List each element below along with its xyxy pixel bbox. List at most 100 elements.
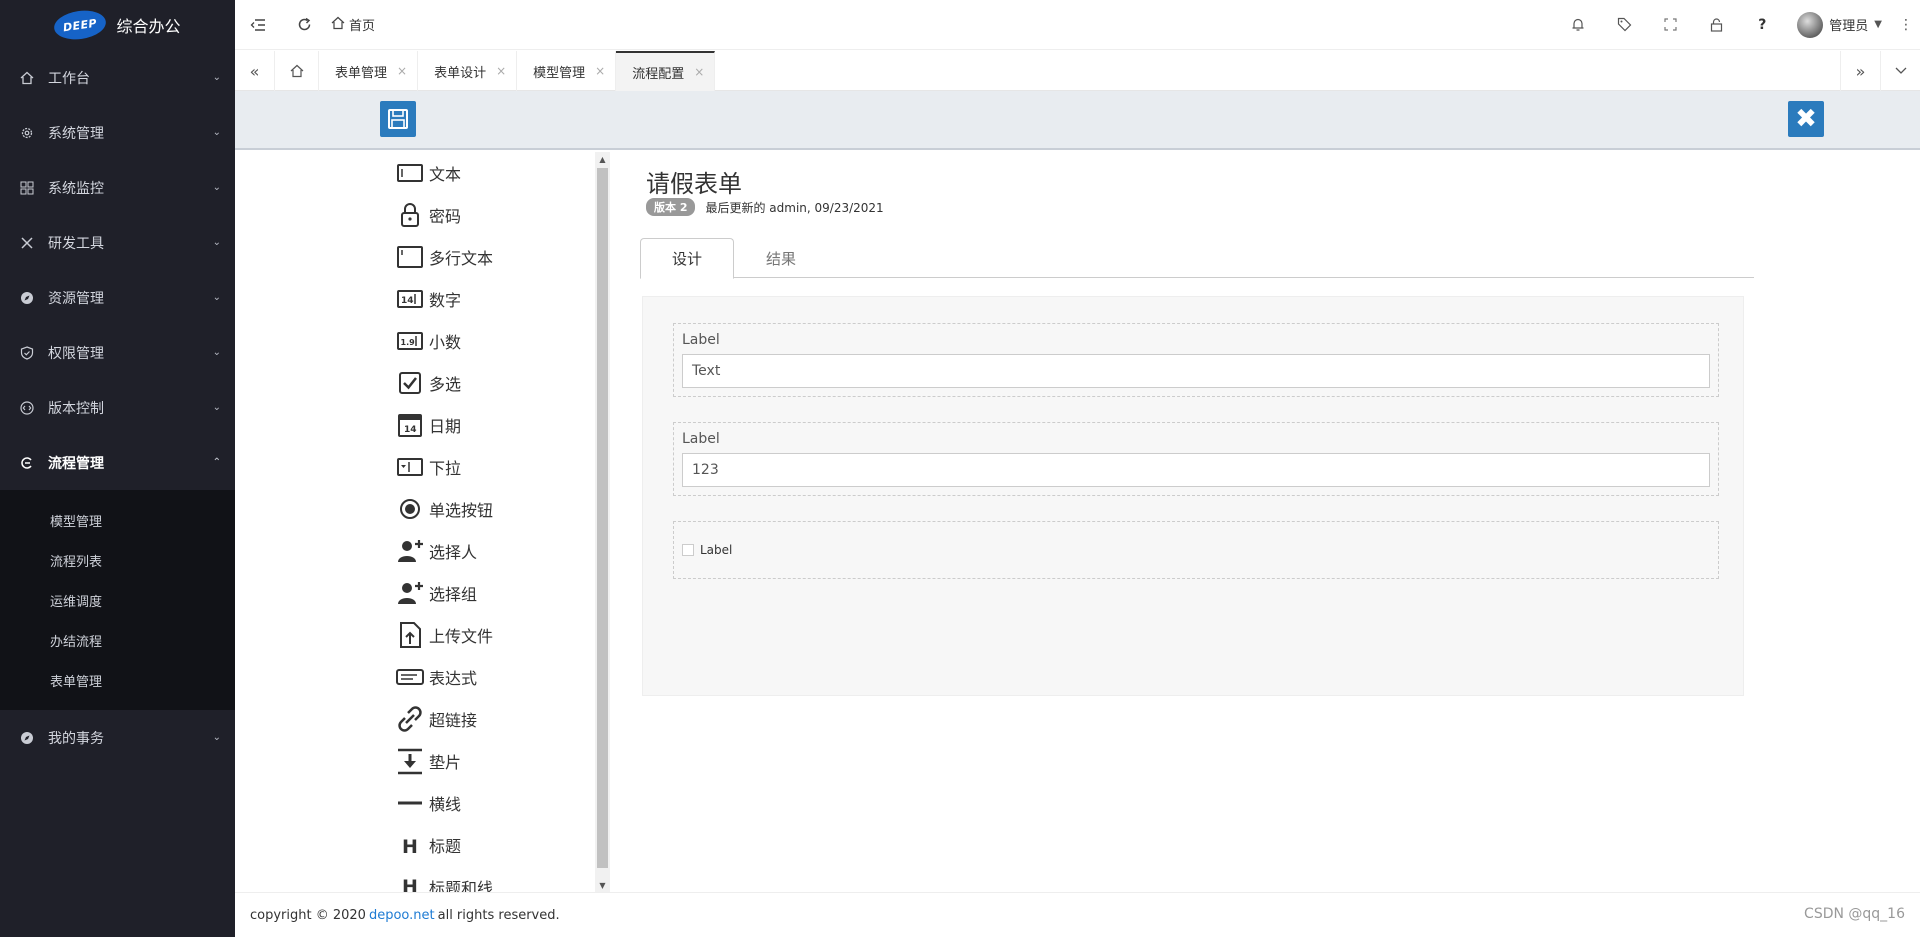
upload-icon xyxy=(395,620,425,650)
footer-link[interactable]: depoo.net xyxy=(369,908,435,923)
palette-item[interactable]: 密码 xyxy=(395,194,461,236)
palette-item[interactable]: 14 日期 xyxy=(395,404,461,446)
palette-item[interactable]: H 标题和线 xyxy=(395,866,493,892)
palette-item-label: 多行文本 xyxy=(429,249,494,268)
palette-item-label: 文本 xyxy=(429,165,462,184)
fullscreen-icon[interactable] xyxy=(1647,0,1693,50)
palette-item[interactable]: 超链接 xyxy=(395,698,477,740)
palette-item-label: 多选 xyxy=(429,375,462,394)
compass-icon xyxy=(20,291,34,305)
palette-item[interactable]: H 标题 xyxy=(395,824,461,866)
menu-collapse-icon[interactable] xyxy=(235,0,281,50)
sidebar-item-version[interactable]: 版本控制 ⌄ xyxy=(0,380,235,435)
form-field-checkbox[interactable]: Label xyxy=(673,521,1719,579)
tab-form-management[interactable]: 表单管理 × xyxy=(319,51,419,91)
copyright-suffix: all rights reserved. xyxy=(437,907,560,923)
palette-item-label: 表达式 xyxy=(429,669,478,688)
close-button[interactable]: ✖ xyxy=(1788,101,1824,137)
close-icon[interactable]: × xyxy=(496,64,506,78)
checkbox-label: Label xyxy=(700,543,733,557)
app-logo[interactable]: DEEP 综合办公 xyxy=(0,0,235,50)
text-input[interactable]: Text xyxy=(682,354,1710,388)
tabs-dropdown-icon[interactable] xyxy=(1880,51,1920,91)
home-link[interactable]: 首页 xyxy=(331,15,375,34)
sidebar-item-my-tasks[interactable]: 我的事务 ⌄ xyxy=(0,710,235,765)
palette-scrollbar[interactable]: ▲ ▼ xyxy=(595,152,610,892)
decimal-icon: 1.9 xyxy=(395,326,425,356)
sidebar-subitem-model[interactable]: 模型管理 xyxy=(0,500,235,540)
sidebar-subitem-forms[interactable]: 表单管理 xyxy=(0,660,235,700)
checkbox-icon xyxy=(395,368,425,398)
form-field-text[interactable]: Label Text xyxy=(673,323,1719,397)
form-designer: 请假表单 版本 2 最后更新的 admin, 09/23/2021 设计 结果 … xyxy=(610,152,1920,892)
tab-form-design[interactable]: 表单设计 × xyxy=(418,51,518,91)
palette-item[interactable]: 选择组 xyxy=(395,572,477,614)
tab-result[interactable]: 结果 xyxy=(734,238,828,279)
svg-text:14: 14 xyxy=(401,296,414,306)
bell-icon[interactable] xyxy=(1555,0,1601,50)
close-icon[interactable]: × xyxy=(397,64,407,78)
save-button[interactable] xyxy=(380,101,416,137)
save-icon xyxy=(388,109,408,129)
topbar: 首页 ? 管理员 ▼ ⋮ xyxy=(235,0,1920,50)
page-tabs: « 表单管理 × 表单设计 × 模型管理 × 流程配置 × » xyxy=(235,51,1920,91)
sidebar-item-monitor[interactable]: 系统监控 ⌄ xyxy=(0,160,235,215)
close-icon[interactable]: × xyxy=(694,65,704,79)
tab-design[interactable]: 设计 xyxy=(640,238,734,279)
palette-item[interactable]: 单选按钮 xyxy=(395,488,493,530)
tab-process-config[interactable]: 流程配置 × xyxy=(616,51,716,91)
field-label: Label xyxy=(682,332,720,348)
more-vertical-icon[interactable]: ⋮ xyxy=(1892,0,1920,50)
refresh-icon[interactable] xyxy=(281,0,327,50)
tag-icon[interactable] xyxy=(1601,0,1647,50)
chevron-down-icon: ⌄ xyxy=(212,182,221,193)
sidebar-subitem-finished[interactable]: 办结流程 xyxy=(0,620,235,660)
svg-text:1.9: 1.9 xyxy=(401,338,416,347)
sidebar-item-workflow[interactable]: 流程管理 ⌃ xyxy=(0,435,235,490)
palette-item-label: 选择人 xyxy=(429,543,478,562)
lock-icon[interactable] xyxy=(1693,0,1739,50)
tab-home-icon[interactable] xyxy=(275,51,319,91)
sidebar-item-devtools[interactable]: 研发工具 ⌄ xyxy=(0,215,235,270)
sidebar-item-permissions[interactable]: 权限管理 ⌄ xyxy=(0,325,235,380)
compass-icon xyxy=(20,731,34,745)
scroll-down-icon[interactable]: ▼ xyxy=(595,878,610,892)
help-icon[interactable]: ? xyxy=(1739,0,1785,50)
deep-logo-icon: DEEP xyxy=(52,7,109,43)
form-canvas: Label Text Label 123 Label xyxy=(642,296,1744,696)
chevron-down-icon: ⌄ xyxy=(212,732,221,743)
sidebar-subitem-ops[interactable]: 运维调度 xyxy=(0,580,235,620)
sidebar-item-system[interactable]: 系统管理 ⌄ xyxy=(0,105,235,160)
sidebar-item-workbench[interactable]: 工作台 ⌄ xyxy=(0,50,235,105)
user-menu[interactable]: 管理员 ▼ xyxy=(1785,11,1892,38)
last-updated: 最后更新的 admin, 09/23/2021 xyxy=(705,200,884,215)
palette-item[interactable]: 上传文件 xyxy=(395,614,493,656)
palette-item[interactable]: 1.9 小数 xyxy=(395,320,461,362)
palette-item[interactable]: 下拉 xyxy=(395,446,461,488)
number-input[interactable]: 123 xyxy=(682,453,1710,487)
chevron-up-icon: ⌃ xyxy=(212,457,221,468)
tab-model-management[interactable]: 模型管理 × xyxy=(517,51,617,91)
scroll-thumb[interactable] xyxy=(597,168,608,868)
palette-item[interactable]: 垫片 xyxy=(395,740,461,782)
tabs-scroll-right-icon[interactable]: » xyxy=(1840,51,1880,91)
form-field-number[interactable]: Label 123 xyxy=(673,422,1719,496)
palette-item-label: 小数 xyxy=(429,333,462,352)
palette-item[interactable]: 横线 xyxy=(395,782,461,824)
checkbox[interactable] xyxy=(682,544,694,556)
tabs-scroll-left-icon[interactable]: « xyxy=(235,51,275,91)
sidebar-subitem-process-list[interactable]: 流程列表 xyxy=(0,540,235,580)
scroll-up-icon[interactable]: ▲ xyxy=(595,152,610,166)
field-label: Label xyxy=(682,431,720,447)
user-name: 管理员 xyxy=(1829,19,1869,34)
close-icon[interactable]: × xyxy=(595,64,605,78)
palette-item[interactable]: 表达式 xyxy=(395,656,477,698)
palette-item[interactable]: 14 数字 xyxy=(395,278,461,320)
palette-item[interactable]: 文本 xyxy=(395,152,461,194)
palette-item[interactable]: 多选 xyxy=(395,362,461,404)
home-icon xyxy=(331,16,345,34)
sidebar-item-resources[interactable]: 资源管理 ⌄ xyxy=(0,270,235,325)
palette-item[interactable]: 选择人 xyxy=(395,530,477,572)
form-title: 请假表单 xyxy=(646,170,742,198)
palette-item[interactable]: 多行文本 xyxy=(395,236,493,278)
